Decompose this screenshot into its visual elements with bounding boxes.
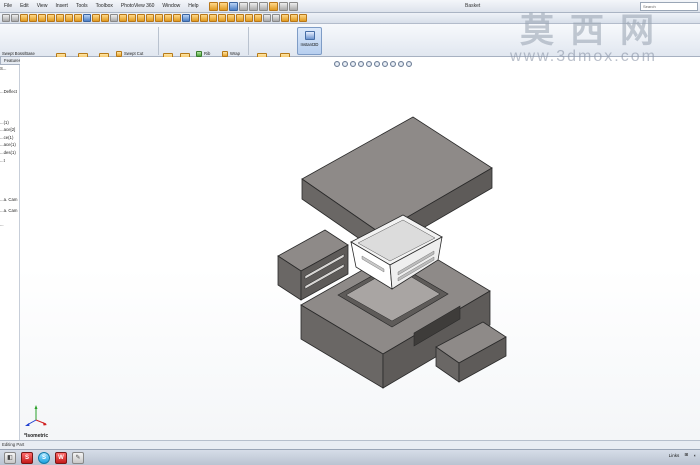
draft-icon[interactable] bbox=[236, 14, 244, 22]
wrap-icon[interactable] bbox=[245, 14, 253, 22]
shell-icon[interactable] bbox=[218, 14, 226, 22]
volume-icon[interactable]: ◖ bbox=[693, 453, 696, 458]
tree-item[interactable]: ...a. Cam bbox=[0, 208, 17, 214]
circle-icon[interactable] bbox=[20, 14, 28, 22]
graphics-area[interactable]: 莫西网 www.3dmox.com bbox=[20, 11, 700, 440]
toolbar-separator bbox=[248, 27, 249, 55]
feature-icon[interactable] bbox=[101, 14, 109, 22]
view-icon[interactable] bbox=[110, 14, 118, 22]
rib-icon[interactable] bbox=[227, 14, 235, 22]
mirror-icon[interactable] bbox=[74, 14, 82, 22]
undo-icon[interactable] bbox=[248, 1, 258, 11]
measure-icon[interactable] bbox=[263, 14, 271, 22]
windows-taskbar: ◧ S S W ✎ bbox=[0, 449, 700, 465]
appearance-icon[interactable] bbox=[281, 14, 289, 22]
wrap-icon bbox=[222, 50, 228, 57]
tree-item[interactable]: ...t bbox=[0, 158, 5, 164]
toolbar-separator bbox=[158, 27, 159, 55]
revolve-icon[interactable] bbox=[128, 14, 136, 22]
swept-boss-button[interactable]: Swept Boss/Base bbox=[2, 50, 35, 57]
relations-icon[interactable] bbox=[92, 14, 100, 22]
menu-photoview[interactable]: PhotoView 360 bbox=[117, 0, 159, 13]
rebuild-icon[interactable] bbox=[268, 1, 278, 11]
options-gear-icon[interactable] bbox=[288, 1, 298, 11]
fillet-icon[interactable] bbox=[155, 14, 163, 22]
point-icon[interactable] bbox=[200, 14, 208, 22]
menu-toolbox[interactable]: Toolbox bbox=[92, 0, 117, 13]
menu-help[interactable]: Help bbox=[184, 0, 202, 13]
tree-item[interactable]: ...a. Cam bbox=[0, 197, 17, 203]
sweep-icon[interactable] bbox=[137, 14, 145, 22]
instant3d-icon bbox=[304, 31, 315, 40]
tree-item[interactable]: ...ace(1) bbox=[0, 142, 16, 148]
line-icon[interactable] bbox=[11, 14, 19, 22]
scene-icon[interactable] bbox=[290, 14, 298, 22]
quick-access-toolbar bbox=[208, 1, 299, 11]
instant3d-button[interactable]: Instant3D bbox=[297, 27, 322, 55]
swept-cut-icon bbox=[116, 50, 122, 57]
select-icon[interactable] bbox=[258, 1, 268, 11]
watermark-url: www.3dmox.com bbox=[510, 48, 657, 65]
solidworks-window: File Edit View Insert Tools Toolbox Phot… bbox=[0, 0, 700, 465]
open-folder-icon[interactable] bbox=[218, 1, 228, 11]
exploded-model-view[interactable] bbox=[20, 57, 700, 440]
offset-icon[interactable] bbox=[65, 14, 73, 22]
plane-icon[interactable] bbox=[182, 14, 190, 22]
tree-item[interactable]: ...ce(1) bbox=[0, 135, 13, 141]
trim-icon[interactable] bbox=[56, 14, 64, 22]
menu-window[interactable]: Window bbox=[158, 0, 184, 13]
dome-icon[interactable] bbox=[254, 14, 262, 22]
spline-icon[interactable] bbox=[47, 14, 55, 22]
arc-icon[interactable] bbox=[29, 14, 37, 22]
tree-item[interactable]: ...Deflect bbox=[0, 89, 17, 95]
section-icon[interactable] bbox=[272, 14, 280, 22]
pattern-icon[interactable] bbox=[173, 14, 181, 22]
links-toolbar[interactable]: Links bbox=[669, 453, 680, 458]
reference-triad-icon bbox=[25, 405, 47, 426]
menu-tools[interactable]: Tools bbox=[72, 0, 92, 13]
tray-icon[interactable]: ⊞ bbox=[684, 452, 688, 458]
axis-icon[interactable] bbox=[191, 14, 199, 22]
menu-file[interactable]: File bbox=[0, 0, 16, 13]
system-tray: Links ⊞ ◖ bbox=[664, 452, 696, 458]
rib-button[interactable]: Rib bbox=[196, 50, 210, 57]
document-title: Basket bbox=[465, 3, 481, 9]
print-icon[interactable] bbox=[238, 1, 248, 11]
start-button[interactable]: ◧ bbox=[4, 451, 16, 464]
tree-item[interactable]: ...ace[2] bbox=[0, 127, 15, 133]
render-icon[interactable] bbox=[299, 14, 307, 22]
curve-icon[interactable] bbox=[209, 14, 217, 22]
rectangle-icon[interactable] bbox=[38, 14, 46, 22]
new-document-icon[interactable] bbox=[208, 1, 218, 11]
wrap-button[interactable]: Wrap bbox=[222, 50, 240, 57]
extrude-icon[interactable] bbox=[119, 14, 127, 22]
solidworks-icon[interactable]: S bbox=[21, 451, 33, 464]
feature-manager-tree: S... ...Deflect ...(1) ...ace[2] ...ce(1… bbox=[0, 65, 20, 440]
menu-insert[interactable]: Insert bbox=[51, 0, 72, 13]
menu-view[interactable]: View bbox=[33, 0, 52, 13]
chamfer-icon[interactable] bbox=[164, 14, 172, 22]
loft-icon[interactable] bbox=[146, 14, 154, 22]
notepad-icon[interactable]: ✎ bbox=[72, 451, 84, 464]
file-properties-icon[interactable] bbox=[278, 1, 288, 11]
tree-item[interactable]: ... bbox=[0, 222, 4, 228]
tree-item[interactable]: ...des(1) bbox=[0, 150, 16, 156]
view-orientation-label: *Isometric bbox=[24, 433, 49, 439]
status-bar: Editing Part bbox=[0, 440, 700, 449]
swept-cut-button[interactable]: Swept Cut bbox=[116, 50, 143, 57]
sketch-icon[interactable] bbox=[2, 14, 10, 22]
watermark-chinese: 莫西网 bbox=[520, 11, 670, 51]
menu-edit[interactable]: Edit bbox=[16, 0, 33, 13]
save-icon[interactable] bbox=[228, 1, 238, 11]
dimension-icon[interactable] bbox=[83, 14, 91, 22]
rib-icon bbox=[196, 50, 202, 57]
tree-item[interactable]: ...(1) bbox=[0, 120, 9, 126]
tree-item[interactable]: S... bbox=[0, 66, 6, 72]
solidworks-icon[interactable]: W bbox=[55, 451, 67, 464]
skype-icon[interactable]: S bbox=[38, 451, 50, 464]
